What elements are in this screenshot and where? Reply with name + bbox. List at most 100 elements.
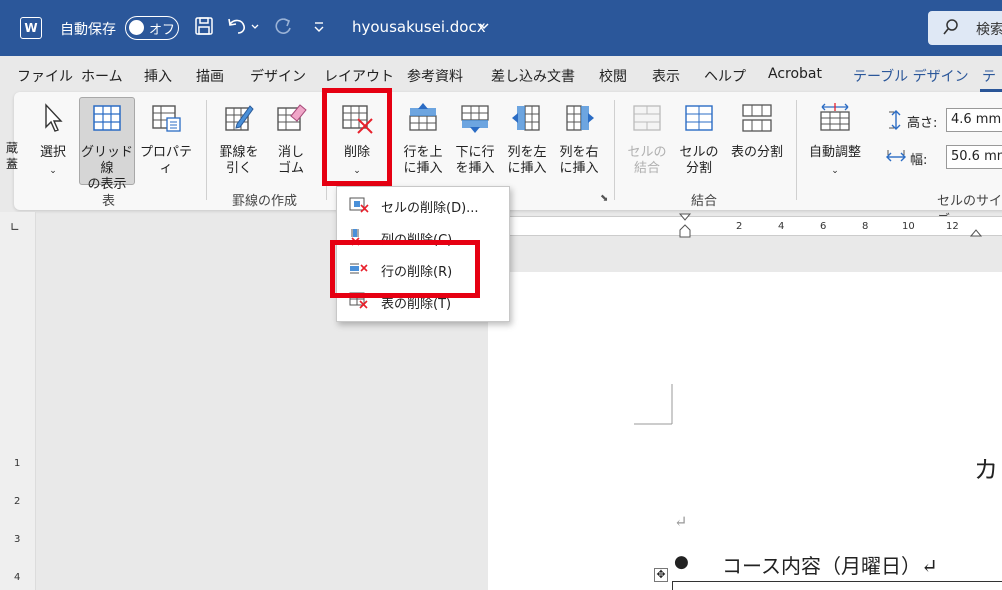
chevron-down-icon: ⌄ [353,166,361,176]
autofit-icon [804,102,866,139]
draw-table-button[interactable]: 罫線を 引く [214,102,264,177]
tab-layout[interactable]: レイアウト [324,66,394,86]
ruler-tick: 1 [14,458,21,469]
table-top-border [672,581,1002,582]
select-label: 選択 [39,145,66,160]
title-text-cut: カ [974,456,998,484]
customize-icon[interactable] [308,16,330,38]
tab-insert[interactable]: 挿入 [144,66,172,86]
row-height-input[interactable]: 4.6 mm [946,108,1002,132]
tab-home[interactable]: ホーム [81,66,123,86]
split-cells-label: セルの 分割 [679,145,719,176]
indent-marker-icon[interactable] [678,213,692,243]
bullet-icon: ● [674,552,689,572]
horizontal-ruler[interactable]: 2 4 6 8 10 12 [488,213,1002,238]
tab-table-layout[interactable]: テ [982,66,996,86]
delete-cells-icon [349,196,369,214]
chevron-down-icon[interactable] [478,20,490,36]
group-label-draw: 罫線の作成 [232,194,298,209]
delete-table-icon [332,102,382,139]
split-table-icon [726,102,788,139]
document-page[interactable]: カ ↵ ● コース内容（月曜日）↵ ✥ [488,272,1002,590]
dialog-launcher-icon[interactable]: ⬊ [600,193,608,204]
insert-row-above-icon [400,102,446,139]
row-height-icon [886,110,906,134]
search-box[interactable]: 検索 [928,11,1002,45]
vertical-ruler[interactable]: 1 2 3 4 [10,298,28,590]
tab-acrobat[interactable]: Acrobat [768,66,822,82]
paragraph-mark: ↵ [674,512,688,531]
save-icon[interactable] [193,16,215,38]
autofit-label: 自動調整 [808,145,861,160]
tab-stop-selector-icon[interactable]: ∟ [10,220,20,234]
split-table-button[interactable]: 表の分割 [726,102,788,161]
view-gridlines-button[interactable]: グリッド線 の表示 [79,102,135,193]
insert-below-label: 下に行 を挿入 [455,145,495,176]
toggle-knob [129,20,144,35]
split-cells-icon [676,102,722,139]
section-heading: コース内容（月曜日）↵ [722,554,938,578]
tab-view[interactable]: 表示 [652,66,680,86]
tab-design[interactable]: デザイン [250,66,306,86]
view-gridlines-cut[interactable]: 蔵 蓋 [4,140,20,172]
eraser-button[interactable]: 消し ゴム [268,102,314,177]
autofit-button[interactable]: 自動調整 ⌄ [804,102,866,179]
insert-below-button[interactable]: 下に行 を挿入 [452,102,498,177]
group-separator [796,100,797,200]
toggle-state: オフ [149,23,176,38]
ruler-tick: 4 [14,572,21,583]
tab-draw[interactable]: 描画 [196,66,224,86]
insert-column-left-icon [504,102,550,139]
insert-column-right-icon [556,102,602,139]
table-move-handle-icon[interactable]: ✥ [654,568,668,582]
redo-icon[interactable] [272,16,294,38]
select-button[interactable]: 選択 ⌄ [32,102,74,179]
ruler-tick: 2 [14,496,21,507]
group-separator [206,100,207,200]
gridlines-label: グリッド線 の表示 [80,145,133,192]
tab-table-design[interactable]: テーブル デザイン [853,66,969,86]
document-title[interactable]: hyousakusei.docx [352,18,486,36]
ruler-tick: 10 [902,221,915,232]
merge-cells-label: セルの 結合 [627,145,667,176]
ruler-tick: 6 [820,221,827,232]
table-left-border [672,581,673,590]
tab-mailings[interactable]: 差し込み文書 [491,66,575,86]
insert-right-label: 列を右 に挿入 [559,145,599,176]
chevron-down-icon: ⌄ [49,166,57,176]
undo-icon[interactable] [226,16,260,38]
properties-button[interactable]: プロパティ [138,102,194,177]
right-indent-marker-icon[interactable] [969,225,983,241]
margin-corner-mark [634,384,673,425]
delete-label: 削除 [343,145,370,160]
insert-above-button[interactable]: 行を上 に挿入 [400,102,446,177]
draw-border-pencil-icon [214,102,264,139]
height-label: 高さ: [907,116,938,131]
autosave-toggle[interactable]: オフ [125,16,179,40]
tab-file[interactable]: ファイル [17,66,73,86]
merge-cells-icon [622,102,672,139]
group-separator [614,100,615,200]
chevron-down-icon: ⌄ [831,166,839,176]
split-table-label: 表の分割 [730,145,783,160]
ribbon-tab-bar: ファイル ホーム 挿入 描画 デザイン レイアウト 参考資料 差し込み文書 校閲… [0,56,1002,92]
insert-left-label: 列を左 に挿入 [507,145,547,176]
ruler-tick: 2 [736,221,743,232]
ruler-tick: 12 [946,221,959,232]
search-icon [942,18,960,40]
ruler-tick: 3 [14,534,21,545]
menu-item-delete-cells[interactable]: セルの削除(D)... [337,191,509,219]
table-properties-icon [138,102,194,139]
tab-references[interactable]: 参考資料 [407,66,463,86]
tab-help[interactable]: ヘルプ [704,66,746,86]
delete-button[interactable]: 削除 ⌄ [332,102,382,179]
column-width-input[interactable]: 50.6 mm [946,145,1002,169]
insert-left-button[interactable]: 列を左 に挿入 [504,102,550,177]
delete-cells-label: セルの削除(D)... [381,201,479,216]
merge-cells-button[interactable]: セルの 結合 [622,102,672,177]
insert-right-button[interactable]: 列を右 に挿入 [556,102,602,177]
column-width-icon [886,147,906,171]
split-cells-button[interactable]: セルの 分割 [676,102,722,177]
properties-label: プロパティ [139,145,192,176]
tab-review[interactable]: 校閲 [599,66,627,86]
